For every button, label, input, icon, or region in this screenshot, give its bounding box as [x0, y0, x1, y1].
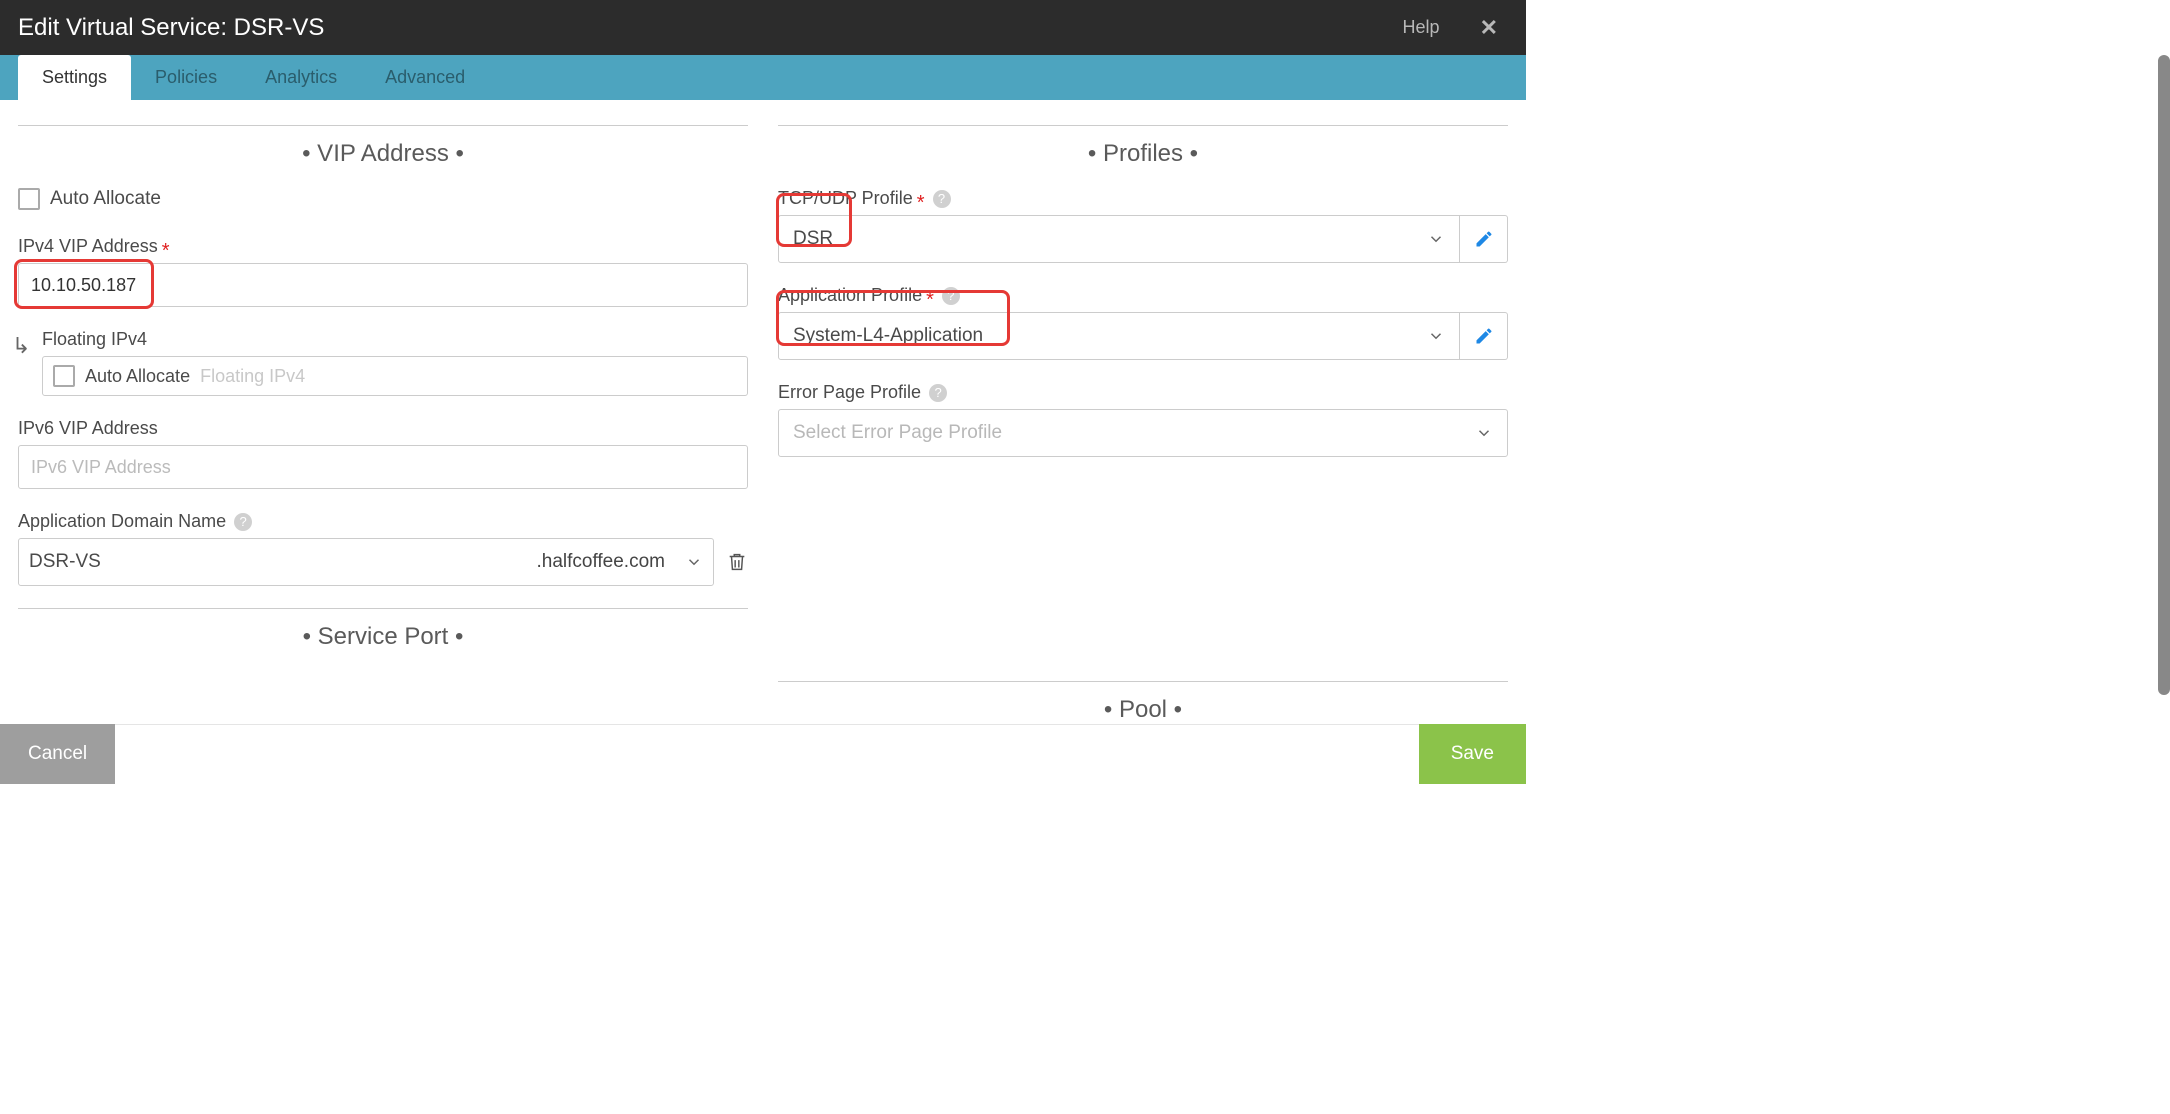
- footer-spacer: [115, 724, 1419, 784]
- auto-allocate-label: Auto Allocate: [50, 188, 161, 210]
- indent-arrow-icon: ↳: [12, 333, 30, 359]
- domain-selector[interactable]: DSR-VS .halfcoffee.com: [18, 538, 714, 586]
- help-icon[interactable]: ?: [929, 384, 947, 402]
- pencil-icon: [1474, 229, 1494, 249]
- tcp-profile-label-text: TCP/UDP Profile: [778, 188, 913, 209]
- chevron-down-icon: [685, 553, 703, 571]
- error-profile-label-text: Error Page Profile: [778, 382, 921, 403]
- ipv6-label: IPv6 VIP Address: [18, 418, 748, 439]
- pencil-icon: [1474, 326, 1494, 346]
- app-profile-edit-button[interactable]: [1460, 312, 1508, 360]
- floating-auto-allocate-label: Auto Allocate: [85, 366, 190, 387]
- scrollbar[interactable]: [2158, 55, 2170, 695]
- ipv6-field: IPv6 VIP Address: [18, 418, 748, 489]
- error-profile-label: Error Page Profile ?: [778, 382, 1508, 403]
- vip-section-title: • VIP Address •: [18, 125, 748, 188]
- app-profile-value: System-L4-Application: [793, 325, 1427, 347]
- tab-policies[interactable]: Policies: [131, 55, 241, 100]
- left-column: • VIP Address • Auto Allocate IPv4 VIP A…: [18, 125, 748, 724]
- floating-ipv4-label: Floating IPv4: [42, 329, 748, 350]
- help-icon[interactable]: ?: [933, 190, 951, 208]
- auto-allocate-checkbox[interactable]: [18, 188, 40, 210]
- ipv6-input[interactable]: [18, 445, 748, 489]
- floating-ipv4-row: Auto Allocate: [42, 356, 748, 396]
- ipv4-label-text: IPv4 VIP Address: [18, 236, 158, 257]
- pool-section-title: • Pool •: [778, 681, 1508, 724]
- right-column: • Profiles • TCP/UDP Profile * ? DSR: [778, 125, 1508, 724]
- tab-analytics[interactable]: Analytics: [241, 55, 361, 100]
- help-link[interactable]: Help: [1385, 17, 1458, 38]
- chevron-down-icon: [1475, 424, 1493, 442]
- auto-allocate-row: Auto Allocate: [18, 188, 748, 210]
- chevron-down-icon: [1427, 230, 1445, 248]
- domain-label-text: Application Domain Name: [18, 511, 226, 532]
- error-profile-select[interactable]: Select Error Page Profile: [778, 409, 1508, 457]
- tab-bar: Settings Policies Analytics Advanced: [0, 55, 1526, 100]
- floating-ipv4-block: ↳ Floating IPv4 Auto Allocate: [42, 329, 748, 396]
- floating-ipv4-input[interactable]: [200, 366, 737, 387]
- domain-value: DSR-VS: [29, 551, 536, 573]
- close-icon: ✕: [1480, 15, 1498, 40]
- close-button[interactable]: ✕: [1458, 15, 1508, 41]
- domain-field: Application Domain Name ? DSR-VS .halfco…: [18, 511, 748, 586]
- tcp-profile-edit-button[interactable]: [1460, 215, 1508, 263]
- dialog-header: Edit Virtual Service: DSR-VS Help ✕: [0, 0, 1526, 55]
- error-profile-placeholder: Select Error Page Profile: [793, 422, 1475, 444]
- tcp-profile-field: TCP/UDP Profile * ? DSR: [778, 188, 1508, 263]
- ipv4-input[interactable]: [18, 263, 748, 307]
- floating-auto-allocate-checkbox[interactable]: [53, 365, 75, 387]
- profiles-section-title: • Profiles •: [778, 125, 1508, 188]
- save-button[interactable]: Save: [1419, 724, 1526, 784]
- tab-advanced[interactable]: Advanced: [361, 55, 489, 100]
- cancel-button[interactable]: Cancel: [0, 724, 115, 784]
- dialog-footer: Cancel Save: [0, 724, 1526, 784]
- tab-settings[interactable]: Settings: [18, 55, 131, 100]
- app-profile-label: Application Profile * ?: [778, 285, 1508, 306]
- trash-icon[interactable]: [726, 550, 748, 574]
- dialog-title: Edit Virtual Service: DSR-VS: [18, 14, 1385, 42]
- domain-label: Application Domain Name ?: [18, 511, 748, 532]
- service-port-section-title: • Service Port •: [18, 608, 748, 651]
- tcp-profile-select[interactable]: DSR: [778, 215, 1460, 263]
- app-profile-field: Application Profile * ? System-L4-Applic…: [778, 285, 1508, 360]
- content-area: • VIP Address • Auto Allocate IPv4 VIP A…: [0, 100, 1526, 724]
- tcp-profile-value: DSR: [793, 228, 1427, 250]
- help-icon[interactable]: ?: [942, 287, 960, 305]
- domain-suffix: .halfcoffee.com: [536, 551, 665, 573]
- chevron-down-icon: [1427, 327, 1445, 345]
- error-profile-field: Error Page Profile ? Select Error Page P…: [778, 382, 1508, 457]
- ipv4-label: IPv4 VIP Address *: [18, 236, 748, 257]
- help-icon[interactable]: ?: [234, 513, 252, 531]
- app-profile-select[interactable]: System-L4-Application: [778, 312, 1460, 360]
- app-profile-label-text: Application Profile: [778, 285, 922, 306]
- ipv4-field: IPv4 VIP Address *: [18, 236, 748, 307]
- tcp-profile-label: TCP/UDP Profile * ?: [778, 188, 1508, 209]
